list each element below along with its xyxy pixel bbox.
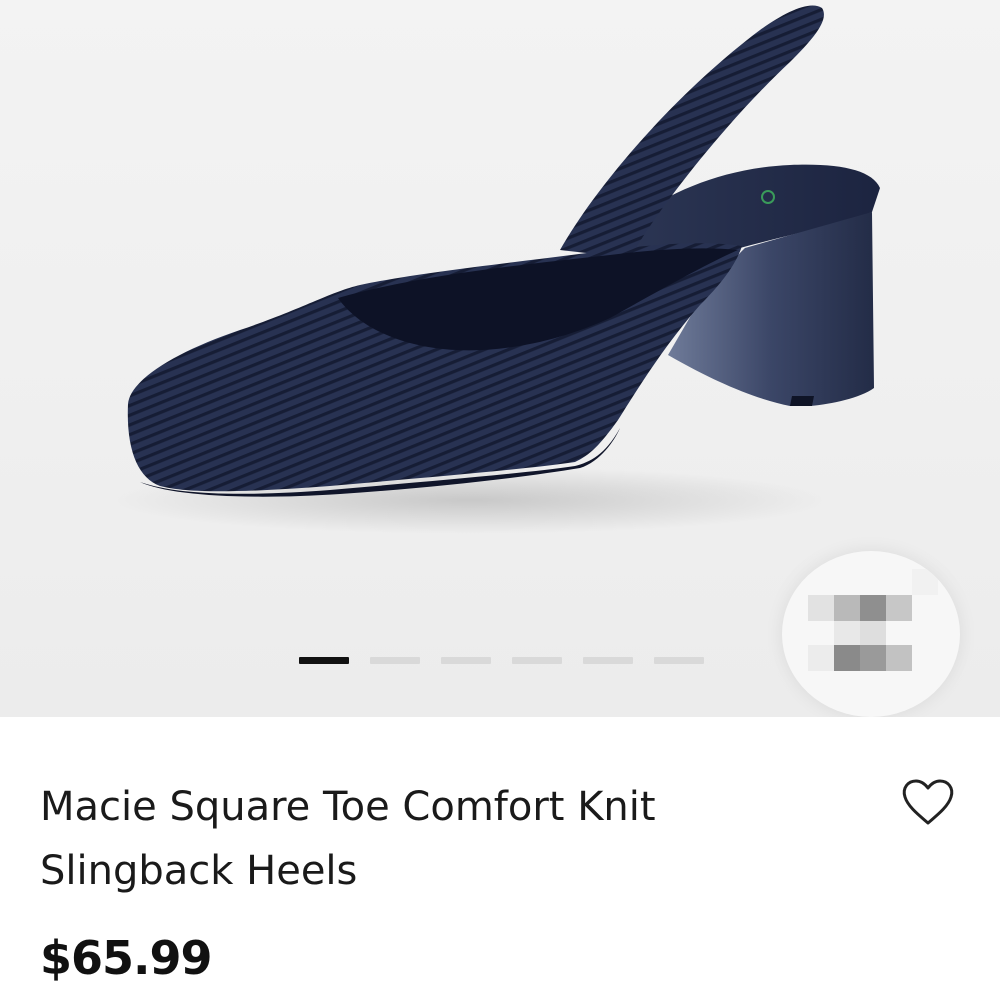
pixelated-overlay-badge[interactable] [782,551,960,717]
gallery-dot-2[interactable] [370,657,420,664]
gallery-dot-6[interactable] [654,657,704,664]
product-title: Macie Square Toe Comfort Knit Slingback … [40,784,656,894]
gallery-dot-3[interactable] [441,657,491,664]
gallery-dot-5[interactable] [583,657,633,664]
gallery-dot-1[interactable] [299,657,349,664]
gallery-dot-4[interactable] [512,657,562,664]
product-price: $65.99 [40,931,213,985]
product-image-gallery[interactable] [0,0,1000,717]
product-page: Macie Square Toe Comfort Knit Slingback … [0,0,1000,1000]
heart-outline-icon [902,779,954,825]
gallery-page-indicator[interactable] [299,657,704,664]
favorite-button[interactable] [900,777,956,829]
